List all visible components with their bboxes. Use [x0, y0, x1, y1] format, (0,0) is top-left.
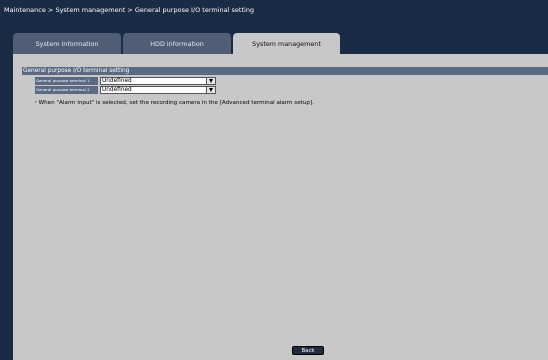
chevron-down-icon[interactable] [206, 87, 215, 93]
settings-panel: General purpose I/O terminal setting Gen… [13, 54, 548, 360]
tab-system-management[interactable]: System management [233, 33, 340, 54]
group-title: General purpose I/O terminal setting [22, 67, 548, 75]
breadcrumb: Maintenance > System management > Genera… [0, 0, 548, 30]
tab-hdd-information[interactable]: HDD information [123, 33, 231, 54]
terminal-1-label: General purpose terminal 1 [35, 77, 98, 85]
terminal-1-value: Undefined [102, 78, 132, 84]
tab-system-information[interactable]: System information [13, 33, 121, 54]
terminal-2-label: General purpose terminal 2 [35, 86, 98, 94]
terminal-2-select[interactable]: Undefined [100, 86, 216, 94]
terminal-2-value: Undefined [102, 87, 132, 93]
terminal-1-select[interactable]: Undefined [100, 77, 216, 85]
alarm-input-note: ・When "Alarm input" is selected, set the… [33, 100, 314, 106]
chevron-down-icon[interactable] [206, 78, 215, 84]
back-button[interactable]: Back [292, 346, 324, 355]
